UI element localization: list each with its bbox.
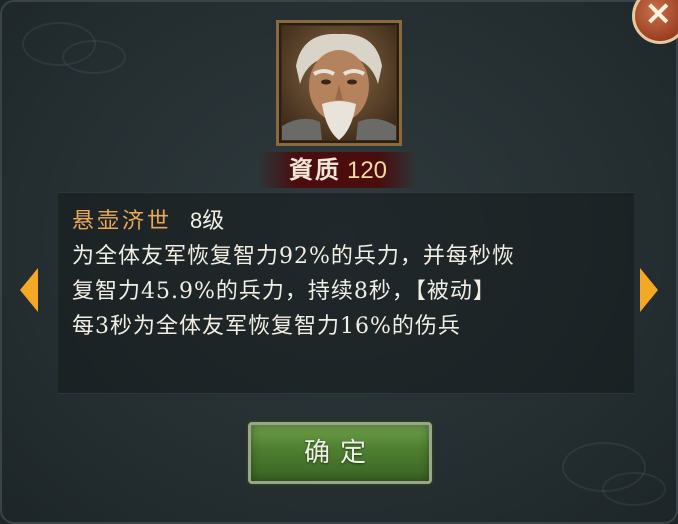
description-line: 为全体友军恢复智力92%的兵力，并每秒恢 — [72, 244, 515, 269]
description-line: 每3秒为全体友军恢复智力16%的伤兵 — [72, 314, 461, 339]
cloud-ornament — [62, 40, 126, 74]
next-arrow-icon[interactable] — [640, 268, 658, 312]
skill-description: 为全体友军恢复智力92%的兵力，并每秒恢 复智力45.9%的兵力，持续8秒，【被… — [72, 239, 632, 344]
previous-arrow-icon[interactable] — [20, 268, 38, 312]
general-portrait-image — [282, 26, 396, 140]
aptitude-value: 120 — [346, 157, 388, 184]
skill-level: 8级 — [190, 208, 225, 233]
aptitude-badge: 資质 120 — [258, 152, 418, 188]
cloud-ornament — [602, 472, 666, 506]
skill-header: 悬壶济世 8级 — [72, 203, 224, 235]
aptitude-label: 資质 — [288, 155, 341, 184]
skill-name: 悬壶济世 — [72, 209, 173, 234]
skill-description-box: 悬壶济世 8级 为全体友军恢复智力92%的兵力，并每秒恢 复智力45.9%的兵力，… — [58, 192, 634, 394]
general-portrait — [276, 20, 402, 146]
close-icon: × — [644, 0, 673, 33]
description-line: 复智力45.9%的兵力，持续8秒，【被动】 — [72, 279, 496, 304]
confirm-button[interactable]: 确定 — [248, 422, 432, 484]
